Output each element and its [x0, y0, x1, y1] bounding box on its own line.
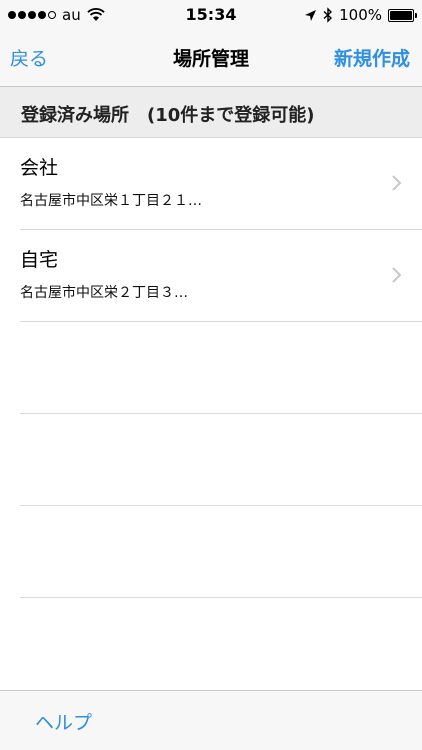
bottom-toolbar: ヘルプ [0, 690, 422, 750]
place-row-office[interactable]: 会社 名古屋市中区栄１丁目２１… [20, 138, 422, 230]
place-address: 名古屋市中区栄２丁目３… [20, 285, 188, 301]
battery-icon [388, 8, 417, 22]
place-name: 自宅 [20, 249, 59, 271]
place-name: 会社 [20, 157, 59, 179]
chevron-right-icon [392, 175, 402, 191]
empty-row [20, 506, 422, 598]
battery-level-fill [390, 10, 412, 20]
navigation-bar: 戻る 場所管理 新規作成 [0, 30, 422, 87]
status-right: 100% [304, 6, 417, 24]
bluetooth-icon [323, 7, 333, 23]
battery-percentage: 100% [339, 6, 382, 24]
create-new-button[interactable]: 新規作成 [334, 44, 410, 71]
section-header-title: 登録済み場所 (10件まで登録可能) [21, 105, 315, 126]
place-row-home[interactable]: 自宅 名古屋市中区栄２丁目３… [20, 230, 422, 322]
help-button[interactable]: ヘルプ [35, 708, 92, 735]
chevron-right-icon [392, 267, 402, 283]
status-bar: au 15:34 100% [0, 0, 422, 30]
empty-row [20, 414, 422, 506]
places-list: 会社 名古屋市中区栄１丁目２１… 自宅 名古屋市中区栄２丁目３… [0, 138, 422, 598]
place-address: 名古屋市中区栄１丁目２１… [20, 193, 202, 209]
location-arrow-icon [305, 9, 317, 21]
section-header: 登録済み場所 (10件まで登録可能) [0, 87, 422, 138]
empty-row [20, 322, 422, 414]
